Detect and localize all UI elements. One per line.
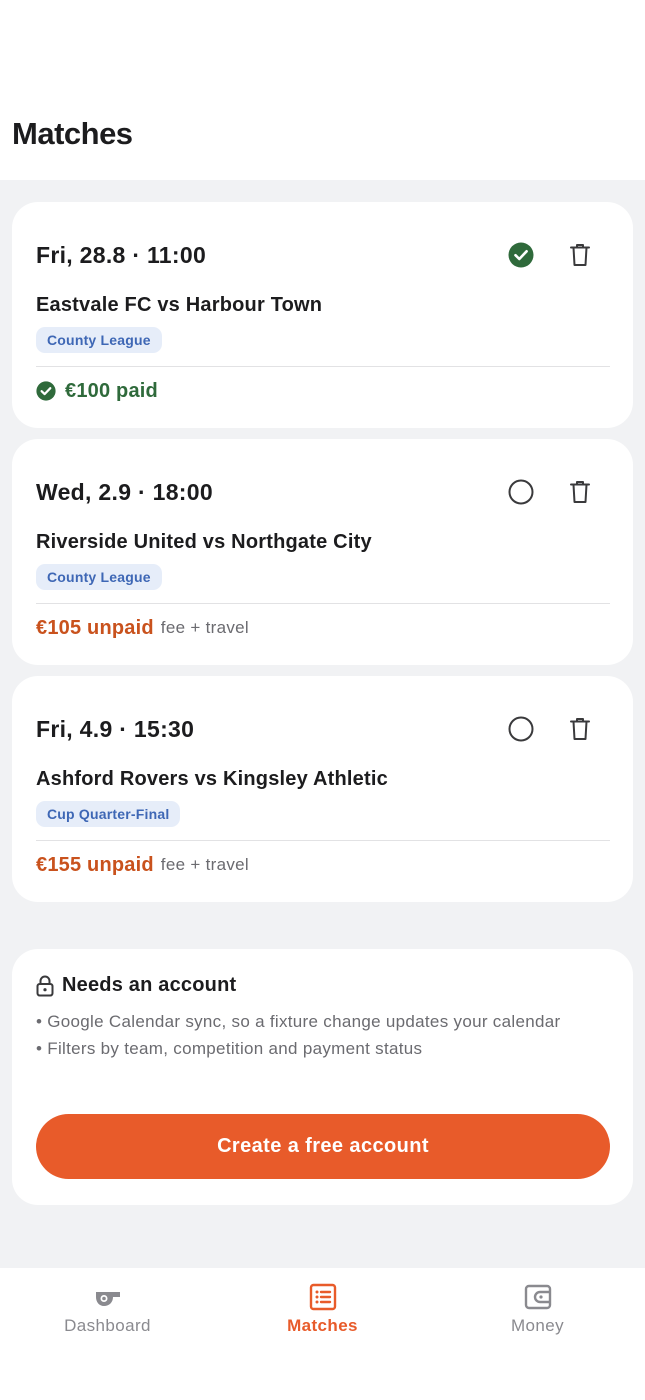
competition-badge: County League xyxy=(36,327,162,353)
account-promo-card: Needs an account • Google Calendar sync,… xyxy=(12,949,633,1205)
list-icon xyxy=(308,1282,338,1312)
match-card: Wed, 2.9 · 18:00 Riverside United vs Nor… xyxy=(12,439,633,665)
match-date: Fri, 28.8 · 11:00 xyxy=(36,242,207,268)
payment-note: fee + travel xyxy=(160,618,249,637)
tab-dashboard[interactable]: Dashboard xyxy=(0,1268,215,1400)
whistle-icon xyxy=(93,1282,123,1312)
promo-title: Needs an account xyxy=(62,974,237,996)
match-date: Fri, 4.9 · 15:30 xyxy=(36,716,195,742)
trash-icon xyxy=(570,481,590,503)
lock-icon xyxy=(36,975,54,996)
tab-money[interactable]: Money xyxy=(430,1268,645,1400)
trash-icon xyxy=(570,718,590,740)
app-header: Matches xyxy=(0,0,645,180)
promo-feature-item: • Filters by team, competition and payme… xyxy=(36,1038,423,1058)
competition-badge: County League xyxy=(36,564,162,590)
payment-status: €105 unpaid fee + travel xyxy=(36,613,249,643)
divider xyxy=(36,840,610,841)
payment-amount: €100 paid xyxy=(65,379,158,402)
promo-feature-item: • Google Calendar sync, so a fixture cha… xyxy=(36,1012,561,1031)
mark-paid-toggle[interactable] xyxy=(508,242,534,268)
payment-amount: €155 unpaid xyxy=(36,853,154,876)
payment-status: €155 unpaid fee + travel xyxy=(36,850,249,880)
check-circle-icon xyxy=(508,242,534,268)
tab-label: Matches xyxy=(287,1316,358,1335)
match-teams: Eastvale FC vs Harbour Town xyxy=(36,294,323,316)
competition-badge: Cup Quarter-Final xyxy=(36,801,181,827)
delete-match-button[interactable] xyxy=(568,479,592,505)
divider xyxy=(36,603,610,604)
delete-match-button[interactable] xyxy=(568,716,592,742)
tab-matches[interactable]: Matches xyxy=(215,1268,430,1400)
payment-status: €100 paid xyxy=(36,376,158,406)
mark-paid-toggle[interactable] xyxy=(508,479,534,505)
promo-header: Needs an account xyxy=(36,974,236,997)
bottom-tab-bar: Dashboard Matches Money xyxy=(0,1268,645,1400)
promo-feature-list: • Google Calendar sync, so a fixture cha… xyxy=(36,1009,596,1062)
payment-note: fee + travel xyxy=(160,855,249,874)
payment-amount: €105 unpaid xyxy=(36,616,154,639)
tab-label: Money xyxy=(510,1316,565,1335)
match-card: Fri, 4.9 · 15:30 Ashford Rovers vs Kings… xyxy=(12,676,633,902)
tab-label: Dashboard xyxy=(64,1316,151,1335)
trash-icon xyxy=(570,244,590,266)
page-title: Matches xyxy=(12,116,133,151)
paid-check-icon xyxy=(36,381,56,401)
create-account-button[interactable]: Create a free account xyxy=(36,1114,610,1179)
delete-match-button[interactable] xyxy=(568,242,592,268)
match-teams: Riverside United vs Northgate City xyxy=(36,531,372,553)
wallet-icon xyxy=(523,1282,553,1312)
match-card: Fri, 28.8 · 11:00 Eastvale FC vs Harbour… xyxy=(12,202,633,428)
empty-circle-icon xyxy=(508,479,534,505)
mark-paid-toggle[interactable] xyxy=(508,716,534,742)
divider xyxy=(36,366,610,367)
empty-circle-icon xyxy=(508,716,534,742)
match-date: Wed, 2.9 · 18:00 xyxy=(36,479,213,505)
match-teams: Ashford Rovers vs Kingsley Athletic xyxy=(36,768,388,790)
